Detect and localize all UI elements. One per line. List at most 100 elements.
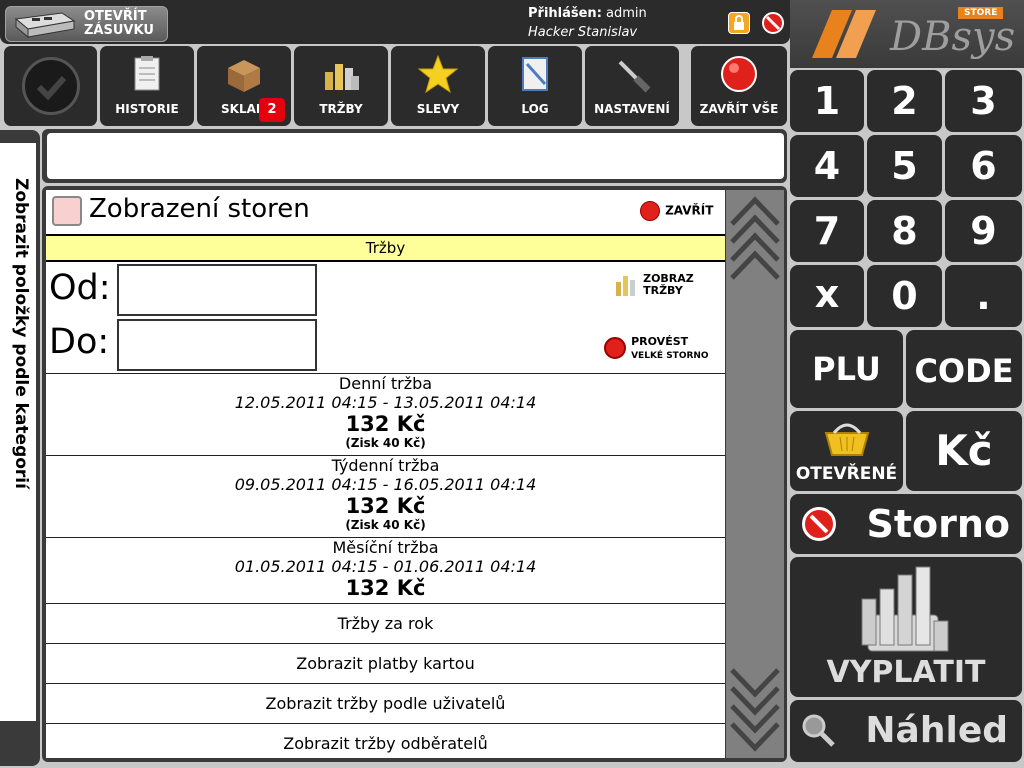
confirm-button[interactable]	[4, 46, 97, 126]
key-4[interactable]: 4	[790, 135, 864, 197]
discounts-label: SLEVY	[416, 102, 460, 116]
show-revenue-label-2: TRŽBY	[643, 284, 683, 297]
store-badge: STORE	[958, 7, 1004, 19]
to-label: Do:	[49, 322, 110, 362]
big-storno-label-2: VELKÉ STORNO	[631, 351, 709, 361]
from-date-input[interactable]	[117, 264, 317, 316]
open-bills-label: OTEVŘENÉ	[795, 464, 898, 484]
from-label: Od:	[49, 268, 111, 308]
list-item[interactable]: Zobrazit tržby odběratelů	[46, 724, 725, 758]
row-range: 01.05.2011 04:15 - 01.06.2011 04:14	[234, 557, 537, 576]
logo: DBsys STORE	[790, 0, 1024, 68]
storno-panel: Zobrazení storen ZAVŘÍT Tržby Od: Do: ZO…	[46, 190, 725, 758]
monthly-revenue-row[interactable]: Měsíční tržba 01.05.2011 04:15 - 01.06.2…	[46, 538, 725, 604]
preview-button[interactable]: Náhled	[790, 700, 1022, 762]
list-item[interactable]: Zobrazit platby kartou	[46, 644, 725, 684]
history-label: HISTORIE	[115, 102, 179, 116]
pay-label: VYPLATIT	[826, 655, 986, 690]
key-multiply[interactable]: x	[790, 265, 864, 327]
list-item[interactable]: Zobrazit tržby podle uživatelů	[46, 684, 725, 724]
to-date-input[interactable]	[117, 319, 317, 371]
row-title: Týdenní tržba	[331, 456, 440, 475]
history-icon	[134, 56, 160, 91]
row-amount: 132 Kč	[345, 576, 426, 600]
logout-icon[interactable]	[762, 12, 784, 34]
panel-title: Zobrazení storen	[89, 194, 310, 224]
row-amount: 132 Kč	[345, 494, 426, 518]
key-7[interactable]: 7	[790, 200, 864, 262]
log-button[interactable]: LOG	[488, 46, 582, 126]
settings-button[interactable]: NASTAVENÍ	[585, 46, 679, 126]
card-payments-link: Zobrazit platby kartou	[296, 654, 475, 673]
open-bills-button[interactable]: OTEVŘENÉ	[790, 411, 903, 491]
warehouse-button[interactable]: SKLAD 2	[197, 46, 291, 126]
logo-text: DBsys	[890, 14, 1016, 60]
history-button[interactable]: HISTORIE	[100, 46, 194, 126]
big-storno-label-1: PROVÉST	[631, 335, 689, 348]
lock-icon[interactable]	[728, 12, 750, 34]
pay-button[interactable]: VYPLATIT	[790, 557, 1022, 697]
magnifier-icon	[802, 714, 835, 747]
login-label: Přihlášen:	[528, 6, 602, 21]
year-revenue-link: Tržby za rok	[337, 614, 434, 633]
main-input[interactable]	[47, 133, 784, 179]
show-revenue-button[interactable]: ZOBRAZ TRŽBY	[614, 272, 694, 300]
login-user: admin	[606, 6, 647, 21]
weekly-revenue-row[interactable]: Týdenní tržba 09.05.2011 04:15 - 16.05.2…	[46, 456, 725, 538]
code-button[interactable]: CODE	[906, 330, 1022, 408]
scroll-down-icon[interactable]	[730, 668, 780, 758]
key-2[interactable]: 2	[867, 70, 942, 132]
plu-button[interactable]: PLU	[790, 330, 903, 408]
big-storno-button[interactable]: PROVÉST VELKÉ STORNO	[604, 334, 709, 362]
close-all-button[interactable]: ZAVŘÍT VŠE	[691, 46, 787, 126]
log-label: LOG	[521, 102, 549, 116]
check-icon	[22, 57, 80, 115]
scroll-up-icon[interactable]	[730, 190, 780, 280]
screwdriver-icon	[618, 60, 651, 93]
red-circle-icon	[721, 56, 757, 92]
logo-icon	[812, 10, 876, 58]
preview-label: Náhled	[865, 710, 1008, 751]
key-9[interactable]: 9	[945, 200, 1022, 262]
daily-revenue-row[interactable]: Denní tržba 12.05.2011 04:15 - 13.05.201…	[46, 374, 725, 456]
open-drawer-button[interactable]: OTEVŘÍT ZÁSUVKU	[5, 6, 168, 42]
row-title: Denní tržba	[338, 374, 433, 393]
revenue-by-customer-link: Zobrazit tržby odběratelů	[283, 734, 488, 753]
storno-icon	[802, 507, 836, 541]
key-0[interactable]: 0	[867, 265, 942, 327]
revenue-by-user-link: Zobrazit tržby podle uživatelů	[265, 694, 506, 713]
panel-close-button[interactable]: ZAVŘÍT	[640, 200, 713, 222]
row-range: 12.05.2011 04:15 - 13.05.2011 04:14	[234, 393, 537, 412]
warehouse-count-badge: 2	[259, 98, 285, 122]
log-icon	[522, 57, 548, 91]
coins-icon	[616, 276, 635, 296]
row-range: 09.05.2011 04:15 - 16.05.2011 04:14	[234, 475, 537, 494]
storno-button[interactable]: Storno	[790, 494, 1022, 554]
key-6[interactable]: 6	[945, 135, 1022, 197]
storno-label: Storno	[866, 502, 1010, 546]
login-info: Přihlášen: admin Hacker Stanislav	[528, 4, 647, 42]
toolbar: HISTORIE SKLAD 2 TRŽBY SLEVY LOG NASTAVE…	[0, 44, 790, 128]
storno-icon	[604, 337, 626, 359]
row-profit: (Zisk 40 Kč)	[345, 436, 426, 450]
close-all-label: ZAVŘÍT VŠE	[699, 102, 779, 116]
key-5[interactable]: 5	[867, 135, 942, 197]
currency-button[interactable]: Kč	[906, 411, 1022, 491]
revenue-button[interactable]: TRŽBY	[294, 46, 388, 126]
panel-close-label: ZAVŘÍT	[665, 203, 714, 218]
scrollbar[interactable]	[726, 190, 784, 758]
revenue-label: TRŽBY	[319, 102, 363, 116]
section-header: Tržby	[46, 234, 725, 262]
row-profit: (Zisk 40 Kč)	[345, 518, 426, 532]
key-8[interactable]: 8	[867, 200, 942, 262]
key-3[interactable]: 3	[945, 70, 1022, 132]
close-icon	[640, 200, 660, 221]
settings-label: NASTAVENÍ	[594, 102, 670, 116]
key-decimal[interactable]: .	[945, 265, 1022, 327]
panel-checkbox[interactable]	[52, 196, 82, 226]
key-1[interactable]: 1	[790, 70, 864, 132]
basket-icon	[824, 423, 870, 456]
list-item[interactable]: Tržby za rok	[46, 604, 725, 644]
discounts-button[interactable]: SLEVY	[391, 46, 485, 126]
open-drawer-label-2: ZÁSUVKU	[84, 23, 154, 38]
